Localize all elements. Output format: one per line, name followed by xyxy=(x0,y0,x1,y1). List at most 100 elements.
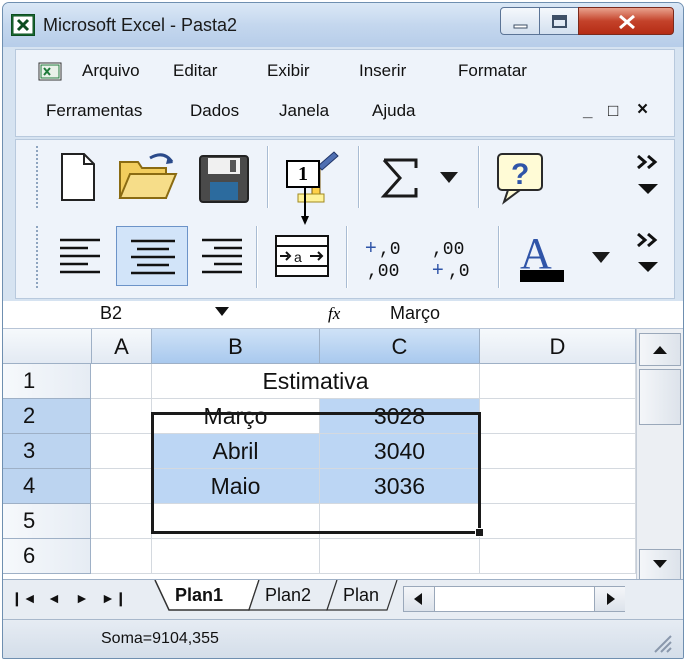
row-header-3[interactable]: 3 xyxy=(3,434,91,469)
status-bar: Soma=9104,355 xyxy=(3,619,683,658)
scroll-left-button[interactable] xyxy=(404,587,435,611)
select-all-corner[interactable] xyxy=(3,329,92,364)
column-header-a[interactable]: A xyxy=(92,329,152,364)
toolbar-grip[interactable] xyxy=(36,146,42,208)
cell-b3[interactable]: Abril xyxy=(152,434,320,469)
toolbar-separator xyxy=(346,226,348,288)
cell-d2[interactable] xyxy=(480,399,636,434)
title-bar[interactable]: Microsoft Excel - Pasta2 xyxy=(3,3,683,47)
cell-a2[interactable] xyxy=(91,399,152,434)
column-header-c[interactable]: C xyxy=(320,329,480,364)
menu-formatar[interactable]: Formatar xyxy=(458,61,527,81)
doc-close-button[interactable]: × xyxy=(637,99,648,121)
row-header-2[interactable]: 2 xyxy=(3,399,91,434)
cell-a4[interactable] xyxy=(91,469,152,504)
toolbar-separator xyxy=(358,146,360,208)
doc-minimize-button[interactable]: _ xyxy=(583,101,592,121)
toolbar-separator xyxy=(498,226,500,288)
menu-exibir[interactable]: Exibir xyxy=(267,61,310,81)
status-sum: Soma=9104,355 xyxy=(101,630,219,647)
fill-handle[interactable] xyxy=(475,528,484,537)
svg-text:,00: ,00 xyxy=(432,240,464,260)
cell-d3[interactable] xyxy=(480,434,636,469)
cell-b5[interactable] xyxy=(152,504,320,539)
vertical-scrollbar[interactable] xyxy=(636,329,683,579)
callout-number-badge: 1 xyxy=(286,160,320,188)
cell-d5[interactable] xyxy=(480,504,636,539)
doc-restore-button[interactable]: □ xyxy=(608,101,618,121)
menu-inserir[interactable]: Inserir xyxy=(359,61,406,81)
resize-grip-icon[interactable] xyxy=(651,632,673,654)
row-header-4[interactable]: 4 xyxy=(3,469,91,504)
cell-c5[interactable] xyxy=(320,504,480,539)
menu-dados[interactable]: Dados xyxy=(190,101,239,121)
cell-c3[interactable]: 3040 xyxy=(320,434,480,469)
sheet-tab-bar: ❙◄ ◄ ► ►❙ Plan1 Plan2 Plan xyxy=(3,579,683,619)
svg-text:a: a xyxy=(294,249,302,265)
cell-b1-merged[interactable]: Estimativa xyxy=(152,364,480,399)
toolbar-separator xyxy=(256,226,258,288)
tab-plan2[interactable]: Plan2 xyxy=(265,580,311,610)
cell-d6[interactable] xyxy=(480,539,636,574)
tab-plan1[interactable]: Plan1 xyxy=(175,580,223,610)
menu-ferramentas[interactable]: Ferramentas xyxy=(46,101,142,121)
align-center-icon[interactable] xyxy=(116,226,188,286)
menu-bar: Arquivo Editar Exibir Inserir Formatar F… xyxy=(15,49,675,137)
toolbar-separator xyxy=(478,146,480,208)
cell-a1[interactable] xyxy=(91,364,152,399)
window-title: Microsoft Excel - Pasta2 xyxy=(43,15,238,35)
svg-text:,0: ,0 xyxy=(448,262,470,282)
prev-sheet-button[interactable]: ◄ xyxy=(47,590,61,606)
cell-a6[interactable] xyxy=(91,539,152,574)
tab-plan3[interactable]: Plan xyxy=(343,580,379,610)
horizontal-scrollbar[interactable] xyxy=(403,586,625,612)
cell-a3[interactable] xyxy=(91,434,152,469)
scroll-up-button[interactable] xyxy=(639,333,681,366)
row-header-6[interactable]: 6 xyxy=(3,539,91,574)
cell-b2[interactable]: Março xyxy=(152,399,320,434)
toolbar-separator xyxy=(267,146,269,208)
scroll-thumb[interactable] xyxy=(639,369,681,425)
minimize-button[interactable] xyxy=(500,7,540,35)
cell-d1[interactable] xyxy=(480,364,636,399)
column-header-d[interactable]: D xyxy=(480,329,636,364)
formula-input[interactable]: Março xyxy=(390,303,440,324)
close-button[interactable] xyxy=(578,7,674,35)
fx-icon[interactable]: fx xyxy=(328,304,340,324)
last-sheet-button[interactable]: ►❙ xyxy=(101,590,127,607)
svg-text:+: + xyxy=(432,259,444,281)
toolbar: 1 ? a + ,0,00 ,00 + ,0 A xyxy=(15,139,675,299)
row-header-1[interactable]: 1 xyxy=(3,364,91,399)
column-header-b[interactable]: B xyxy=(152,329,320,364)
svg-text:+: + xyxy=(365,237,377,259)
svg-text:,0: ,0 xyxy=(379,240,401,260)
cell-c2[interactable]: 3028 xyxy=(320,399,480,434)
worksheet-grid: A B C D 1 2 3 4 5 6 Estimativa Março 302… xyxy=(3,329,683,579)
scroll-down-button[interactable] xyxy=(639,549,681,579)
excel-window: Microsoft Excel - Pasta2 Arquivo Editar … xyxy=(2,2,684,659)
cell-c6[interactable] xyxy=(320,539,480,574)
menu-editar[interactable]: Editar xyxy=(173,61,217,81)
name-box-dropdown-icon[interactable] xyxy=(215,307,229,317)
cell-b6[interactable] xyxy=(152,539,320,574)
cell-c4[interactable]: 3036 xyxy=(320,469,480,504)
menu-arquivo[interactable]: Arquivo xyxy=(82,61,140,81)
svg-text:,00: ,00 xyxy=(367,262,399,282)
first-sheet-button[interactable]: ❙◄ xyxy=(11,590,37,607)
formula-bar: B2 fx Março xyxy=(3,301,683,329)
row-header-5[interactable]: 5 xyxy=(3,504,91,539)
cell-d4[interactable] xyxy=(480,469,636,504)
callout-arrow-icon xyxy=(301,188,309,225)
workbook-icon[interactable] xyxy=(38,61,64,81)
excel-app-icon[interactable] xyxy=(11,14,35,36)
toolbar-grip[interactable] xyxy=(36,226,42,288)
menu-ajuda[interactable]: Ajuda xyxy=(372,101,415,121)
cell-b4[interactable]: Maio xyxy=(152,469,320,504)
scroll-right-button[interactable] xyxy=(594,587,625,611)
name-box[interactable]: B2 xyxy=(100,303,122,324)
maximize-button[interactable] xyxy=(539,7,579,35)
menu-janela[interactable]: Janela xyxy=(279,101,329,121)
next-sheet-button[interactable]: ► xyxy=(75,590,89,606)
svg-text:?: ? xyxy=(511,158,529,191)
cell-a5[interactable] xyxy=(91,504,152,539)
